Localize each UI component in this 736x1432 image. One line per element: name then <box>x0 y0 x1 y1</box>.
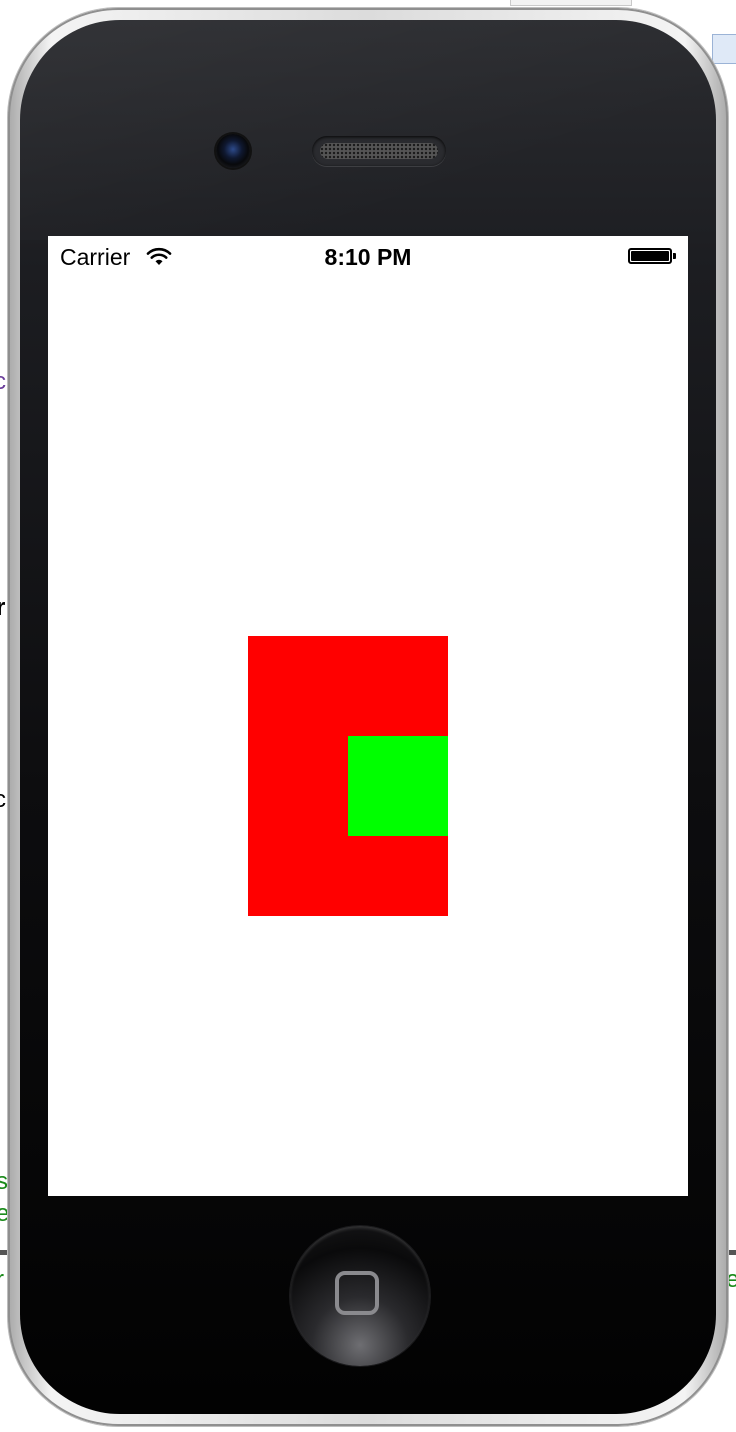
camera-icon <box>216 134 250 168</box>
backdrop-text: r <box>0 594 6 621</box>
green-view <box>348 736 448 836</box>
backdrop-text: r <box>0 1268 4 1292</box>
status-bar: Carrier 8:10 PM <box>48 236 688 276</box>
app-screen[interactable]: Carrier 8:10 PM <box>48 236 688 1196</box>
battery-tip <box>673 253 676 259</box>
backdrop-text: c <box>0 368 6 395</box>
battery-icon <box>628 248 672 264</box>
speaker-grill-icon <box>312 136 446 166</box>
home-button-icon <box>335 1271 379 1315</box>
status-time: 8:10 PM <box>324 244 412 270</box>
desktop-backdrop: c r c s e r e Carrier 8:10 PM <box>0 0 736 1432</box>
speaker-mesh <box>320 143 438 159</box>
home-button[interactable] <box>290 1226 430 1366</box>
backdrop-text: c <box>0 786 6 813</box>
battery-level-fill <box>631 251 669 261</box>
bezel-sheen <box>20 20 716 240</box>
backdrop-window-fragment <box>510 0 632 6</box>
backdrop-text: s <box>0 1168 8 1195</box>
